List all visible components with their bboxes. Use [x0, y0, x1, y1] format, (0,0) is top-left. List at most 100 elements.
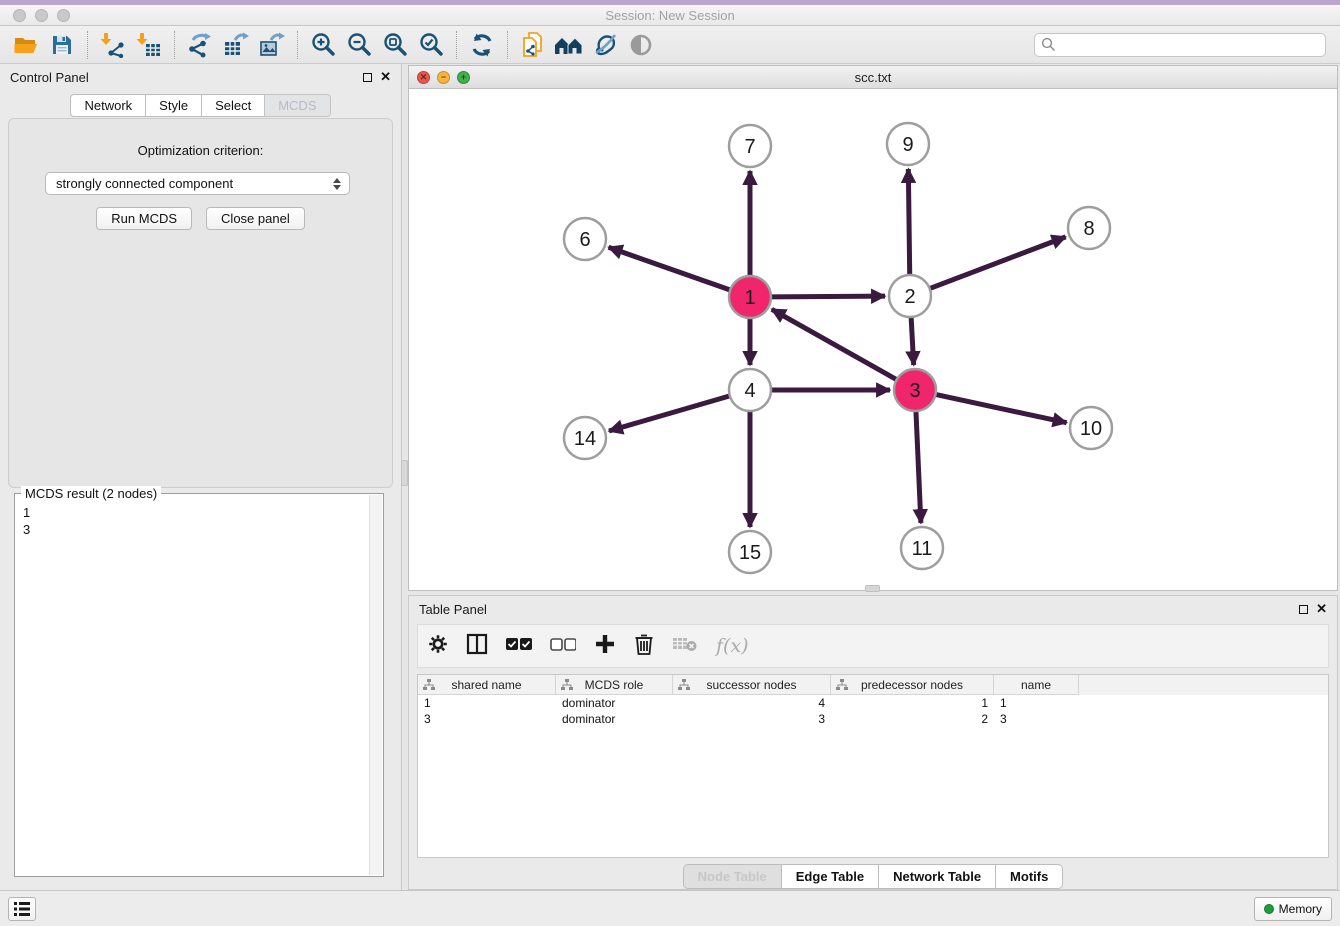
- memory-button[interactable]: Memory: [1254, 897, 1332, 921]
- cell-name: 1: [994, 695, 1079, 711]
- graph-node-10[interactable]: 10: [1070, 407, 1112, 449]
- import-table-button[interactable]: [131, 29, 167, 61]
- tab-network[interactable]: Network: [70, 94, 145, 117]
- network-title: scc.txt: [409, 70, 1337, 85]
- table-row[interactable]: 3 dominator 3 2 3: [418, 711, 1328, 727]
- close-table-panel-icon[interactable]: ✕: [1316, 604, 1327, 614]
- show-graphics-details-button[interactable]: [587, 29, 623, 61]
- tab-select[interactable]: Select: [201, 94, 264, 117]
- panel-splitter-handle[interactable]: [401, 460, 408, 486]
- result-scrollbar[interactable]: [369, 495, 382, 875]
- table-panel-title: Table Panel: [419, 602, 487, 617]
- graph-node-14[interactable]: 14: [564, 417, 606, 459]
- mcds-result-line: 3: [23, 521, 375, 538]
- search-input[interactable]: [1056, 38, 1319, 52]
- hierarchy-icon: [836, 679, 848, 691]
- column-header-predecessor-nodes[interactable]: predecessor nodes: [831, 675, 994, 695]
- birdseye-view-button[interactable]: [623, 29, 659, 61]
- criterion-dropdown[interactable]: strongly connected component: [45, 172, 350, 195]
- control-panel: Control Panel ✕ Network Style Select MCD…: [0, 64, 402, 890]
- main-area: Control Panel ✕ Network Style Select MCD…: [0, 64, 1340, 890]
- network-canvas[interactable]: 7 9 6 8 1 2 4 3 14 10 15 11: [409, 89, 1337, 590]
- close-panel-icon[interactable]: ✕: [380, 72, 391, 82]
- cell-predecessor-nodes: 1: [831, 695, 994, 711]
- session-title: Session: New Session: [0, 8, 1340, 23]
- import-network-icon: [100, 32, 126, 58]
- column-header-mcds-role[interactable]: MCDS role: [556, 675, 673, 695]
- dropdown-stepper-icon: [333, 178, 345, 190]
- table-header-row: shared name MCDS role: [418, 675, 1328, 695]
- split-columns-icon: [466, 633, 488, 655]
- add-row-button[interactable]: [594, 633, 616, 660]
- tab-edge-table[interactable]: Edge Table: [781, 864, 878, 889]
- graph-edge-3-1[interactable]: [772, 309, 897, 379]
- graph-edge-1-2[interactable]: [771, 296, 885, 297]
- optimization-criterion-label: Optimization criterion:: [9, 143, 392, 158]
- toggle-split-view-button[interactable]: [466, 633, 488, 660]
- node-table[interactable]: shared name MCDS role: [417, 674, 1329, 858]
- tab-mcds[interactable]: MCDS: [264, 94, 330, 117]
- graph-node-8[interactable]: 8: [1068, 207, 1110, 249]
- column-settings-button[interactable]: [428, 634, 448, 659]
- graph-node-15[interactable]: 15: [729, 531, 771, 573]
- zoom-fit-button[interactable]: [377, 29, 413, 61]
- delete-selected-button[interactable]: [634, 633, 654, 660]
- export-table-button[interactable]: [218, 29, 254, 61]
- graph-node-2[interactable]: 2: [889, 275, 931, 317]
- float-table-panel-icon[interactable]: [1299, 605, 1308, 614]
- close-panel-button[interactable]: Close panel: [206, 207, 305, 230]
- search-field[interactable]: [1034, 33, 1326, 57]
- task-history-button[interactable]: [8, 897, 36, 921]
- export-image-button[interactable]: [254, 29, 290, 61]
- graph-node-4[interactable]: 4: [729, 369, 771, 411]
- control-panel-header: Control Panel ✕: [0, 64, 401, 90]
- graph-node-label: 2: [904, 286, 915, 308]
- search-icon: [1041, 37, 1056, 52]
- graph-node-label: 1: [744, 287, 755, 309]
- zoom-selected-button[interactable]: [413, 29, 449, 61]
- first-neighbors-button[interactable]: [551, 29, 587, 61]
- tab-style[interactable]: Style: [145, 94, 201, 117]
- network-splitter-handle[interactable]: [865, 585, 880, 592]
- unchecked-boxes-icon: [550, 637, 576, 651]
- new-network-from-selection-button[interactable]: [515, 29, 551, 61]
- graph-node-3[interactable]: 3: [894, 369, 936, 411]
- toolbar-separator: [507, 31, 508, 59]
- table-row[interactable]: 1 dominator 4 1 1: [418, 695, 1328, 711]
- graph-node-9[interactable]: 9: [887, 123, 929, 165]
- graph-edge-2-9[interactable]: [908, 169, 909, 275]
- graph-edge-1-6[interactable]: [609, 247, 731, 290]
- control-panel-tabs: Network Style Select MCDS: [0, 94, 401, 117]
- table-panel: Table Panel ✕: [408, 595, 1338, 890]
- column-header-name[interactable]: name: [994, 675, 1079, 695]
- deselect-all-button[interactable]: [550, 637, 576, 656]
- graph-edge-3-11[interactable]: [916, 411, 921, 523]
- select-all-button[interactable]: [506, 637, 532, 656]
- column-header-successor-nodes[interactable]: successor nodes: [673, 675, 831, 695]
- tab-node-table[interactable]: Node Table: [683, 864, 781, 889]
- save-session-button[interactable]: [44, 29, 80, 61]
- graph-edge-2-8[interactable]: [930, 237, 1066, 289]
- graph-edge-4-14[interactable]: [609, 396, 730, 431]
- graph-edge-2-3[interactable]: [911, 317, 914, 365]
- graph-node-label: 3: [909, 380, 920, 402]
- graph-node-11[interactable]: 11: [901, 527, 943, 569]
- graph-edge-3-10[interactable]: [936, 394, 1067, 422]
- export-network-button[interactable]: [182, 29, 218, 61]
- graph-node-6[interactable]: 6: [564, 218, 606, 260]
- graph-node-1[interactable]: 1: [729, 276, 771, 318]
- zoom-out-button[interactable]: [341, 29, 377, 61]
- open-session-button[interactable]: [8, 29, 44, 61]
- tab-network-table[interactable]: Network Table: [878, 864, 995, 889]
- column-header-shared-name[interactable]: shared name: [418, 675, 556, 695]
- run-mcds-button[interactable]: Run MCDS: [96, 207, 192, 230]
- import-network-button[interactable]: [95, 29, 131, 61]
- float-panel-icon[interactable]: [363, 73, 372, 82]
- apply-layout-button[interactable]: [464, 29, 500, 61]
- graph-node-7[interactable]: 7: [729, 125, 771, 167]
- toolbar-separator: [174, 31, 175, 59]
- zoom-in-button[interactable]: [305, 29, 341, 61]
- gear-icon: [428, 634, 448, 654]
- function-builder-button-disabled: f(x): [716, 635, 749, 657]
- tab-motifs[interactable]: Motifs: [995, 864, 1063, 889]
